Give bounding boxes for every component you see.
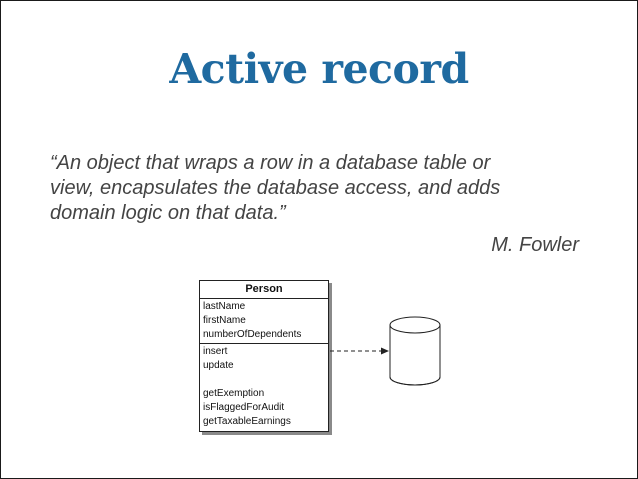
slide: Active record “An object that wraps a ro… [0, 0, 638, 479]
database-cylinder-icon [389, 316, 441, 386]
arrow-head-icon [381, 347, 389, 355]
diagram-connectors [330, 316, 441, 386]
